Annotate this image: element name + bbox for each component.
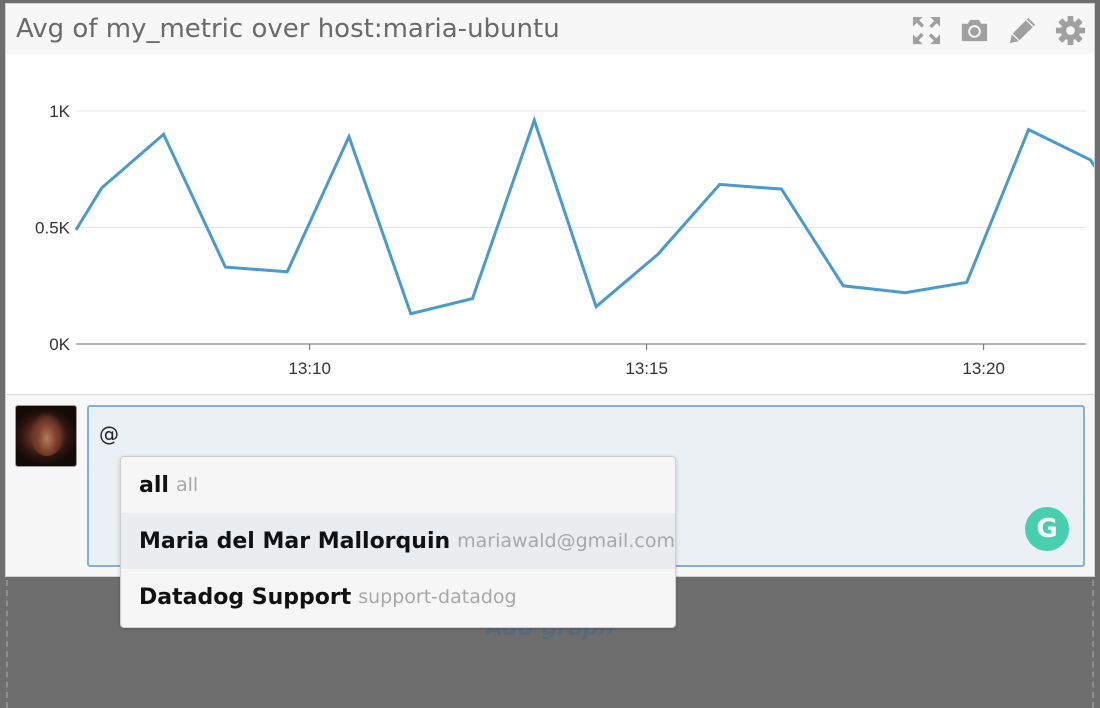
chart-svg: 0K 0.5K 1K 13:10 13:15 13:20 [35,102,1094,378]
fullscreen-icon[interactable] [911,15,942,46]
mention-dropdown: all all Maria del Mar Mallorquin mariawa… [120,456,676,628]
pencil-icon[interactable] [1007,15,1038,46]
mention-item-maria[interactable]: Maria del Mar Mallorquin mariawald@gmail… [121,513,675,569]
y-tick-label: 0.5K [35,219,71,238]
gear-icon[interactable] [1055,15,1086,46]
widget-title: Avg of my_metric over host:maria-ubuntu [16,14,560,44]
grammarly-icon[interactable]: G [1025,507,1069,551]
mention-name: Datadog Support [139,584,352,610]
mention-handle: all [175,474,199,496]
timeseries-chart[interactable]: 0K 0.5K 1K 13:10 13:15 13:20 [6,54,1094,395]
mention-name: Maria del Mar Mallorquin [139,528,451,554]
mention-handle: mariawald@gmail.com [457,530,675,552]
avatar-photo [30,412,64,456]
x-tick-label: 13:20 [962,359,1005,378]
mention-item-datadog-support[interactable]: Datadog Support support-datadog [121,569,675,625]
y-tick-label: 0K [49,335,70,354]
camera-icon[interactable] [959,15,990,46]
y-tick-label: 1K [49,102,70,121]
comment-text[interactable]: @ [99,422,119,446]
grammarly-letter: G [1036,514,1058,544]
mention-handle: support-datadog [358,586,517,608]
mention-name: all [139,472,169,498]
x-tick-label: 13:10 [288,359,331,378]
x-tick-label: 13:15 [625,359,668,378]
series-line[interactable] [74,115,1094,330]
widget-toolbar [911,15,1086,46]
mention-item-all[interactable]: all all [121,457,675,513]
widget-header: Avg of my_metric over host:maria-ubuntu [6,4,1094,55]
avatar [15,405,77,467]
